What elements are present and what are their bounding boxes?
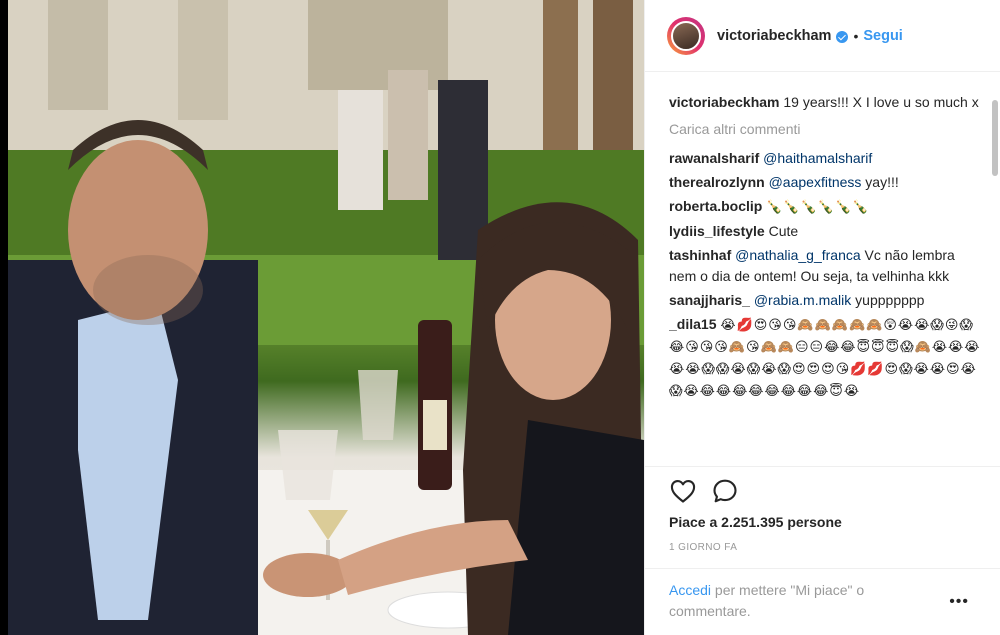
comment-username[interactable]: _dila15 — [669, 316, 716, 332]
avatar-image — [671, 20, 701, 51]
comment-mention[interactable]: @nathalia_g_franca — [735, 247, 861, 263]
comment-username[interactable]: roberta.boclip — [669, 198, 762, 214]
comment-text: Cute — [768, 223, 799, 239]
comment-item: roberta.boclip 🍾🍾🍾🍾🍾🍾 — [669, 196, 985, 218]
more-options-icon[interactable]: ••• — [949, 593, 969, 611]
divider — [645, 466, 1000, 467]
comment-mention[interactable]: @aapexfitness — [769, 174, 862, 190]
comment-text: 🍾🍾🍾🍾🍾🍾 — [766, 200, 870, 215]
comment-text: 😭💋😍😘😘🙈🙈🙈🙈🙈😲😭😭😱😜😱😂😘😘😘🙈😘🙈🙈😑😑😂😂😇😇😇😱🙈😭😭😭😭😭😱😱… — [669, 318, 981, 399]
comment-mention[interactable]: @haithamalsharif — [763, 150, 872, 166]
comment-item: rawanalsharif @haithamalsharif — [669, 148, 985, 169]
comment-text: yuppppppp — [851, 292, 925, 308]
instagram-post-view: victoriabeckham • Segui victoriabeckham … — [0, 0, 1000, 635]
post-side-panel: victoriabeckham • Segui victoriabeckham … — [644, 0, 1000, 635]
comment-username[interactable]: therealrozlynn — [669, 174, 765, 190]
caption-username[interactable]: victoriabeckham — [669, 94, 780, 110]
comment-item: lydiis_lifestyle Cute — [669, 221, 985, 242]
comment-mention[interactable]: @rabia.m.malik — [754, 292, 851, 308]
comment-text: yay!!! — [861, 174, 899, 190]
comments-scrollbar[interactable] — [991, 92, 999, 464]
post-photo[interactable] — [8, 0, 644, 635]
comment-item: therealrozlynn @aapexfitness yay!!! — [669, 172, 985, 193]
post-actions — [669, 477, 739, 505]
comments-list[interactable]: victoriabeckham 19 years!!! X I love u s… — [669, 92, 985, 464]
post-caption: victoriabeckham 19 years!!! X I love u s… — [669, 92, 985, 113]
speech-bubble-icon[interactable] — [711, 477, 739, 505]
comment-username[interactable]: tashinhaf — [669, 247, 731, 263]
comment-item: _dila15 😭💋😍😘😘🙈🙈🙈🙈🙈😲😭😭😱😜😱😂😘😘😘🙈😘🙈🙈😑😑😂😂😇😇😇😱… — [669, 314, 985, 402]
comment-username[interactable]: sanajjharis_ — [669, 292, 750, 308]
avatar[interactable] — [667, 16, 705, 55]
comment-username[interactable]: lydiis_lifestyle — [669, 223, 765, 239]
likes-count[interactable]: Piace a 2.251.395 persone — [669, 514, 842, 530]
login-link[interactable]: Accedi — [669, 582, 711, 598]
post-timestamp[interactable]: 1 GIORNO FA — [669, 542, 737, 553]
header-username[interactable]: victoriabeckham — [717, 28, 831, 44]
post-header: victoriabeckham • Segui — [645, 0, 1000, 72]
divider — [645, 568, 1000, 569]
comment-item: sanajjharis_ @rabia.m.malik yuppppppp — [669, 290, 985, 311]
header-separator: • — [853, 27, 859, 44]
caption-text: 19 years!!! X I love u so much x — [783, 94, 979, 110]
heart-outline-icon[interactable] — [669, 477, 697, 505]
comment-item: tashinhaf @nathalia_g_franca Vc não lemb… — [669, 245, 985, 287]
verified-badge-icon — [836, 30, 849, 43]
scrollbar-thumb[interactable] — [992, 100, 998, 176]
load-more-comments-button[interactable]: Carica altri commenti — [669, 119, 985, 140]
photo-illustration — [8, 0, 644, 635]
comment-username[interactable]: rawanalsharif — [669, 150, 759, 166]
login-prompt: Accedi per mettere "Mi piace" o commenta… — [669, 580, 949, 622]
follow-button[interactable]: Segui — [863, 28, 902, 44]
